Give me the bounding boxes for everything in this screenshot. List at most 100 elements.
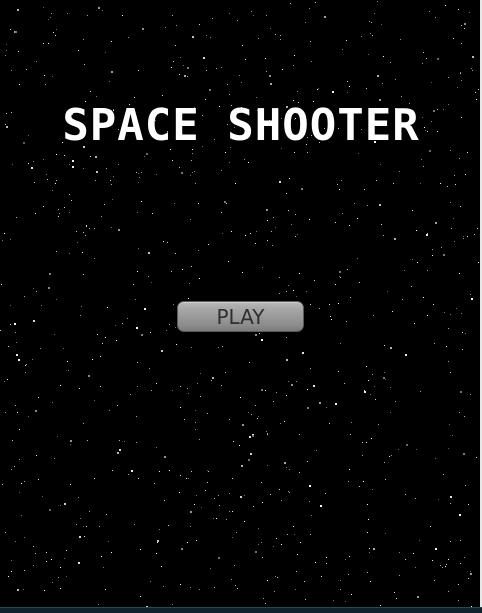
star — [175, 253, 176, 254]
star — [214, 587, 215, 588]
star — [399, 171, 400, 172]
star — [288, 381, 289, 382]
star — [211, 380, 212, 381]
star — [83, 232, 84, 233]
star — [222, 233, 223, 234]
star — [390, 387, 391, 388]
star — [148, 252, 150, 254]
star — [256, 231, 257, 232]
star — [107, 307, 108, 308]
star — [460, 72, 461, 73]
star — [33, 546, 34, 547]
star — [391, 455, 392, 456]
star — [118, 229, 120, 231]
star — [6, 50, 7, 51]
star — [59, 213, 60, 214]
star — [255, 334, 257, 336]
star — [119, 449, 121, 451]
star — [45, 84, 46, 85]
star — [450, 503, 451, 504]
star — [399, 552, 400, 553]
star — [434, 580, 435, 581]
star — [329, 423, 330, 424]
star — [108, 541, 109, 542]
star — [398, 449, 399, 450]
star — [81, 306, 82, 307]
star — [137, 386, 138, 387]
star — [280, 39, 281, 40]
star — [227, 84, 228, 85]
star — [294, 55, 295, 56]
star — [427, 315, 428, 316]
star — [119, 440, 120, 441]
star — [44, 590, 45, 591]
star — [104, 204, 105, 205]
star — [414, 323, 415, 324]
star — [140, 549, 141, 550]
star — [444, 312, 445, 313]
star — [201, 507, 202, 508]
star — [1, 284, 2, 285]
star — [188, 298, 189, 299]
star — [330, 316, 331, 317]
star — [289, 178, 290, 179]
star — [476, 457, 477, 458]
star — [372, 489, 373, 490]
star — [232, 537, 233, 538]
game-canvas[interactable]: SPACE SHOOTER PLAY — [0, 0, 482, 607]
star — [52, 76, 53, 77]
star — [149, 368, 150, 369]
star — [173, 61, 174, 62]
star — [468, 504, 469, 505]
star — [384, 372, 385, 373]
star — [195, 422, 196, 423]
star — [454, 241, 455, 242]
star — [305, 22, 306, 23]
star — [348, 481, 349, 482]
star — [4, 233, 5, 234]
star — [370, 581, 371, 582]
star — [451, 228, 452, 229]
star — [380, 164, 381, 165]
star — [12, 440, 13, 441]
star — [219, 505, 220, 506]
star — [306, 291, 307, 292]
star — [242, 424, 244, 426]
star — [389, 456, 390, 457]
star — [35, 553, 36, 554]
star — [338, 303, 339, 304]
star — [449, 424, 450, 425]
star — [286, 467, 287, 468]
star — [179, 74, 180, 75]
star — [472, 56, 474, 58]
star — [176, 344, 177, 345]
star — [195, 429, 196, 430]
star — [96, 96, 97, 97]
star — [310, 534, 311, 535]
star — [98, 604, 99, 605]
star — [216, 518, 217, 519]
star — [415, 567, 416, 568]
star — [417, 596, 419, 598]
star — [291, 224, 292, 225]
star — [157, 542, 158, 543]
star — [377, 75, 379, 77]
star — [195, 183, 196, 184]
star — [448, 559, 449, 560]
star — [5, 55, 6, 56]
star — [293, 65, 294, 66]
star — [470, 571, 471, 572]
star — [335, 284, 336, 285]
star — [42, 496, 43, 497]
star — [218, 347, 219, 348]
star — [316, 450, 317, 451]
star — [385, 379, 386, 380]
star — [216, 68, 217, 69]
star — [187, 76, 188, 77]
star — [299, 273, 300, 274]
star — [151, 390, 152, 391]
star — [138, 182, 139, 183]
star — [470, 394, 471, 395]
star — [460, 563, 461, 564]
play-button[interactable]: PLAY — [177, 301, 304, 332]
